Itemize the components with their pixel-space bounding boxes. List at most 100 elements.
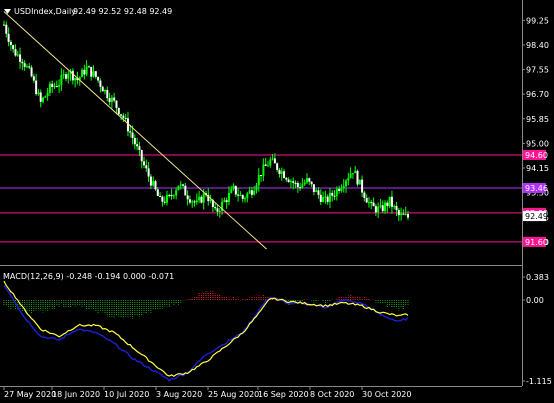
candle-body (106, 90, 109, 99)
candle-body (120, 114, 123, 116)
candle-body (312, 184, 315, 192)
candle-body (264, 164, 267, 166)
chart-background (0, 0, 554, 403)
candle-body (172, 195, 175, 197)
candle-body (287, 179, 290, 183)
candle-body (317, 190, 320, 195)
candle-body (241, 195, 244, 199)
macd-tick-label: -1.115 (526, 377, 552, 386)
candle-body (188, 199, 191, 203)
candle-body (182, 184, 185, 186)
candle-body (156, 189, 159, 196)
candle-body (136, 144, 139, 147)
time-tick-label: 27 May 2020 (4, 390, 56, 399)
candle-body (108, 98, 111, 103)
candle-body (39, 92, 42, 102)
price-tick-label: 96.70 (526, 90, 549, 99)
candle-body (115, 100, 118, 108)
candle-body (9, 41, 12, 46)
candle-body (170, 195, 173, 197)
candle-body (239, 195, 242, 197)
candle-body (296, 182, 299, 188)
candle-body (230, 188, 233, 193)
candle-body (370, 202, 373, 204)
candle-body (225, 200, 228, 203)
candle-body (367, 202, 370, 204)
macd-tick-label: 0.383 (526, 273, 549, 282)
candle-body (28, 66, 31, 68)
candle-body (328, 192, 331, 202)
candle-body (308, 178, 311, 182)
candle-body (145, 165, 148, 169)
candle-body (358, 179, 361, 185)
candle-body (30, 67, 33, 77)
candle-body (407, 213, 409, 218)
candle-body (340, 188, 343, 191)
candle-body (110, 97, 113, 103)
candle-body (163, 201, 166, 203)
price-tick-label: 95.00 (526, 139, 549, 148)
candle-body (386, 202, 389, 207)
candle-body (85, 66, 88, 75)
candle-body (200, 196, 203, 203)
candle-body (16, 54, 19, 56)
price-tick-label: 95.85 (526, 115, 549, 124)
candle-body (74, 78, 77, 81)
candle-body (246, 193, 249, 199)
candle-body (32, 76, 35, 81)
candle-body (306, 178, 308, 183)
candle-body (347, 177, 350, 181)
price-tick-label: 99.25 (526, 16, 549, 25)
candle-body (209, 199, 212, 202)
candle-body (46, 92, 49, 97)
candle-body (227, 192, 230, 203)
candle-body (260, 174, 263, 176)
candle-body (404, 213, 407, 215)
candle-body (292, 181, 295, 183)
candle-body (234, 185, 237, 195)
level-tag-label: 94.60 (525, 151, 548, 160)
candle-body (361, 179, 364, 193)
level-tag-label: 91.60 (525, 238, 548, 247)
candle-body (62, 74, 65, 76)
candle-body (64, 74, 67, 79)
macd-tick-label: 0.00 (526, 296, 544, 305)
candle-body (101, 86, 104, 92)
candle-body (191, 201, 194, 203)
candle-body (232, 185, 235, 189)
candle-body (345, 180, 348, 187)
candle-body (384, 202, 387, 212)
candle-body (117, 107, 120, 115)
candle-body (81, 69, 84, 78)
time-tick-label: 10 Jul 2020 (104, 390, 149, 399)
candle-body (90, 66, 93, 77)
candle-body (51, 83, 54, 87)
candle-body (379, 205, 382, 207)
trading-chart[interactable]: 99.2598.4097.5596.7095.8595.0094.1593.30… (0, 0, 554, 403)
candle-body (25, 66, 28, 68)
candle-body (390, 196, 393, 207)
candle-body (393, 205, 396, 207)
candle-body (161, 196, 164, 202)
candle-body (133, 138, 136, 145)
candle-body (23, 63, 26, 67)
candle-body (299, 187, 302, 189)
candle-body (388, 196, 391, 207)
candle-body (310, 181, 313, 185)
candle-body (322, 197, 325, 202)
candle-body (104, 90, 106, 92)
candle-body (262, 164, 265, 176)
candle-body (202, 193, 205, 203)
candle-body (400, 213, 403, 216)
ohlc-label: 92.49 92.52 92.48 92.49 (73, 7, 172, 16)
macd-label: MACD(12,26,9) -0.248 -0.194 0.000 -0.071 (3, 272, 174, 281)
candle-body (99, 80, 102, 87)
candle-body (58, 84, 61, 87)
candle-body (195, 200, 198, 203)
candle-body (154, 181, 157, 190)
candle-body (395, 205, 398, 211)
candle-body (177, 185, 180, 191)
candle-body (354, 170, 357, 174)
candle-body (266, 165, 269, 167)
candle-body (363, 192, 366, 198)
